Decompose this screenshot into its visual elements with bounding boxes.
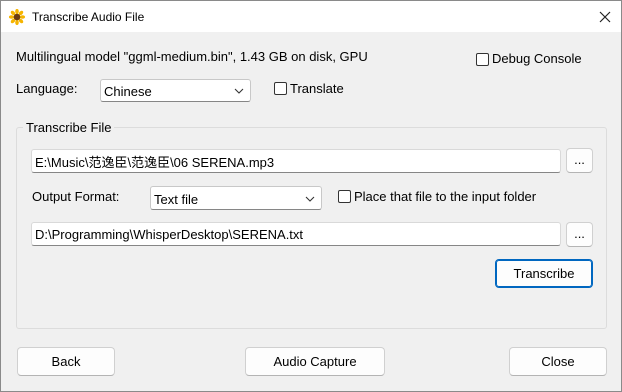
input-file-input[interactable] bbox=[32, 150, 560, 172]
place-in-input-folder-checkbox[interactable] bbox=[338, 190, 351, 203]
input-file-field[interactable] bbox=[31, 149, 561, 173]
output-file-input[interactable] bbox=[32, 223, 560, 245]
audio-capture-button[interactable]: Audio Capture bbox=[245, 347, 385, 376]
language-value: Chinese bbox=[104, 84, 152, 99]
debug-console-checkbox[interactable] bbox=[476, 53, 489, 66]
browse-input-button[interactable]: ... bbox=[566, 148, 593, 173]
title-bar[interactable]: Transcribe Audio File bbox=[1, 1, 621, 32]
close-icon[interactable] bbox=[593, 6, 617, 28]
transcribe-button[interactable]: Transcribe bbox=[495, 259, 593, 288]
output-format-label: Output Format: bbox=[32, 189, 120, 204]
browse-output-button[interactable]: ... bbox=[566, 222, 593, 247]
chevron-down-icon bbox=[234, 88, 244, 94]
language-select[interactable]: Chinese bbox=[100, 79, 251, 102]
output-format-select[interactable]: Text file bbox=[150, 186, 322, 210]
place-in-input-folder-label[interactable]: Place that file to the input folder bbox=[354, 189, 536, 204]
output-format-value: Text file bbox=[154, 192, 199, 207]
debug-console-label[interactable]: Debug Console bbox=[492, 51, 582, 66]
language-label: Language: bbox=[16, 81, 78, 96]
output-file-field[interactable] bbox=[31, 222, 561, 246]
transcribe-file-group-title: Transcribe File bbox=[23, 120, 115, 135]
transcribe-dialog: Transcribe Audio File Multilingual model… bbox=[0, 0, 622, 392]
window-title: Transcribe Audio File bbox=[32, 10, 145, 24]
chevron-down-icon bbox=[305, 196, 315, 202]
back-button[interactable]: Back bbox=[17, 347, 115, 376]
translate-checkbox[interactable] bbox=[274, 82, 287, 95]
model-info-label: Multilingual model "ggml-medium.bin", 1.… bbox=[16, 49, 368, 64]
close-button[interactable]: Close bbox=[509, 347, 607, 376]
translate-label[interactable]: Translate bbox=[290, 81, 344, 96]
sunflower-icon bbox=[8, 8, 26, 26]
